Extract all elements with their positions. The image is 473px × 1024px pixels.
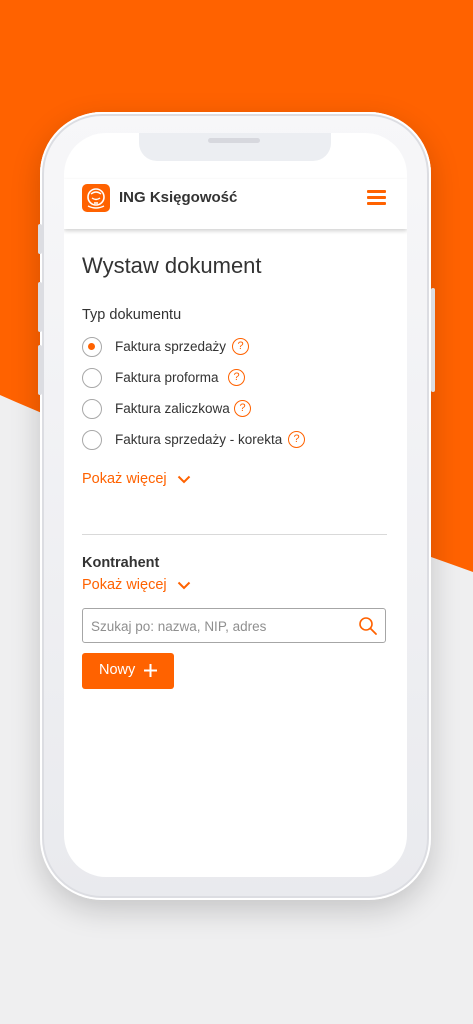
hamburger-menu-icon[interactable] [366,188,388,206]
show-more-label: Pokaż więcej [82,577,167,593]
search-icon[interactable] [358,616,378,636]
phone-power-button [431,288,435,392]
page-title: Wystaw dokument [82,253,262,278]
show-more-contractor[interactable]: Pokaż więcej [82,577,191,593]
option-label: Faktura sprzedaży [115,339,227,354]
plus-icon [144,664,157,677]
radio-option-sales-invoice[interactable]: Faktura sprzedaży ? [82,337,382,361]
contractor-search-input[interactable] [91,616,346,636]
help-icon[interactable]: ? [234,400,251,417]
phone-side-button [38,224,42,254]
lion-logo-icon[interactable] [82,184,110,212]
phone-screen: ING Księgowość Wystaw dokument Typ dokum… [64,133,407,877]
contractor-search-field[interactable] [82,608,386,643]
radio-option-sales-invoice-correction[interactable]: Faktura sprzedaży - korekta ? [82,430,382,454]
new-contractor-button[interactable]: Nowy [82,653,174,689]
chevron-down-icon [177,581,190,590]
phone-speaker [208,138,260,143]
contractor-label: Kontrahent [82,555,160,571]
document-type-label: Typ dokumentu [82,307,182,323]
app-title: ING Księgowość [119,189,238,206]
radio-button-selected[interactable] [82,337,102,357]
new-button-label: Nowy [99,662,136,678]
help-icon[interactable]: ? [232,338,249,355]
help-icon[interactable]: ? [288,431,305,448]
option-label: Faktura zaliczkowa [115,401,230,416]
phone-volume-down-button [38,345,42,395]
radio-option-advance-invoice[interactable]: Faktura zaliczkowa ? [82,399,382,423]
help-icon[interactable]: ? [228,369,245,386]
section-divider [82,534,387,535]
show-more-document-types[interactable]: Pokaż więcej [82,471,191,487]
option-label: Faktura proforma [115,370,219,385]
radio-button[interactable] [82,399,102,419]
radio-option-proforma-invoice[interactable]: Faktura proforma ? [82,368,382,392]
app-header: ING Księgowość [64,179,407,229]
phone-volume-up-button [38,282,42,332]
chevron-down-icon [177,475,190,484]
show-more-label: Pokaż więcej [82,471,167,487]
option-label: Faktura sprzedaży - korekta [115,432,283,447]
radio-button[interactable] [82,368,102,388]
radio-button[interactable] [82,430,102,450]
